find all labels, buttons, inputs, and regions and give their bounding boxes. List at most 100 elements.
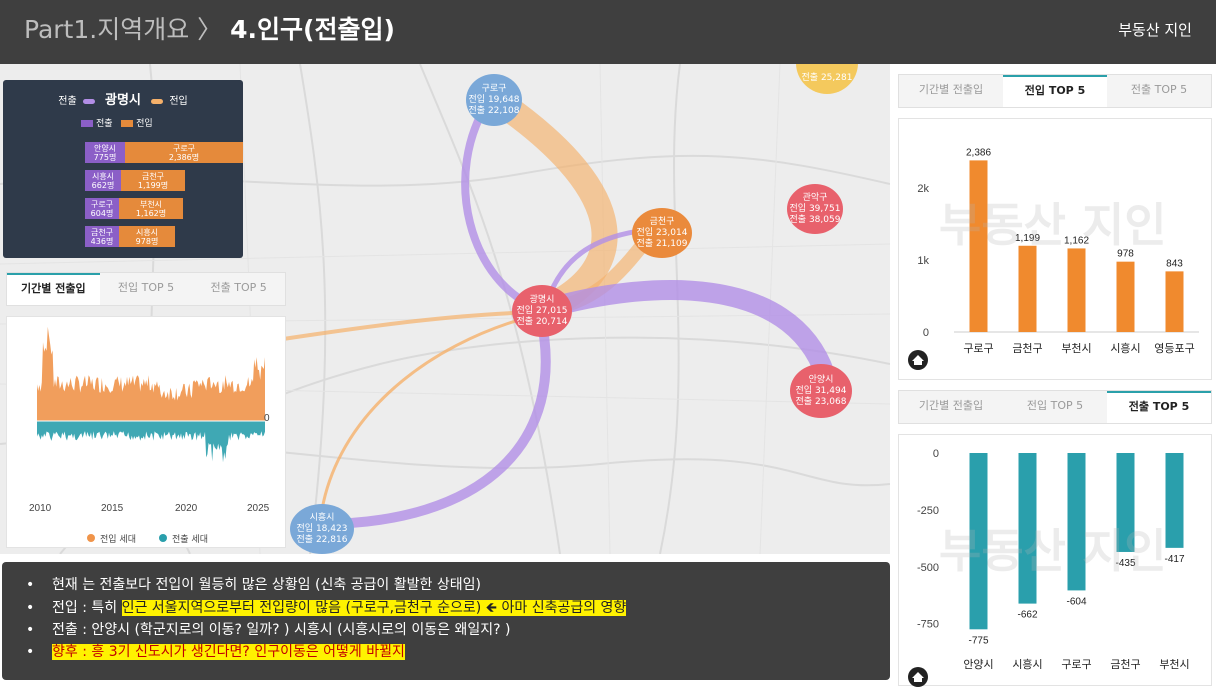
tab-out-top5[interactable]: 전출 TOP 5: [1107, 75, 1211, 107]
bubble-in-value: 전입 39,751: [789, 203, 841, 214]
left-tab-bar: 기간별 전출입 전입 TOP 5 전출 TOP 5: [6, 272, 286, 306]
bubble-out-value: 전출 25,281: [801, 72, 853, 83]
legend-row: 구로구 604명 부천시 1,162명: [85, 198, 183, 219]
category-label: 시흥시: [1012, 657, 1042, 671]
watermark: 부동산 지인: [939, 198, 1167, 252]
bubble-name: 관악구: [802, 192, 828, 203]
y-tick-label: -500: [917, 562, 939, 574]
bubble-in-value: 전입 19,648: [468, 94, 520, 105]
note-highlight: 향후 : 흥 3기 신도시가 생긴다면? 인구이동은 어떻게 바뀔지: [52, 644, 405, 660]
map-bubble-gwangmyeong[interactable]: 광명시 전입 27,015 전출 20,714: [512, 285, 572, 337]
category-label: 시흥시: [1110, 341, 1140, 355]
legend-in-cell: 금천구 1,199명: [121, 170, 185, 191]
bubble-out-value: 전출 23,068: [795, 396, 847, 407]
legend-out-cell: 시흥시 662명: [85, 170, 121, 191]
bar-value-label: -662: [1017, 610, 1037, 621]
bar: [1116, 261, 1135, 332]
tab-period-migration[interactable]: 기간별 전출입: [899, 391, 1003, 423]
y-tick-label: 2k: [917, 183, 929, 195]
legend-in-cell: 부천시 1,162명: [119, 198, 183, 219]
bubble-out-value: 전출 20,714: [516, 316, 568, 327]
home-icon[interactable]: [907, 349, 929, 371]
bubble-in-value: 전입 27,015: [516, 305, 568, 316]
year-tick: 2010: [29, 503, 52, 514]
legend-keys: 전출 전입: [81, 116, 153, 129]
zero-label: 0: [264, 413, 270, 424]
tab-period-migration[interactable]: 기간별 전출입: [7, 273, 100, 305]
tab-out-top5[interactable]: 전출 TOP 5: [192, 273, 285, 305]
year-tick: 2020: [175, 503, 198, 514]
bubble-out-value: 전출 21,109: [636, 238, 688, 249]
legend-in-cell: 구로구 2,386명: [125, 142, 243, 163]
category-label: 구로구: [963, 342, 993, 355]
key-out-swatch: [81, 120, 93, 127]
tab-in-top5[interactable]: 전입 TOP 5: [1003, 391, 1107, 423]
legend-title: 전출 광명시 전입: [3, 89, 243, 108]
legend-out-label: 전출: [58, 96, 77, 107]
map-bubble-guro[interactable]: 구로구 전입 19,648 전출 22,108: [466, 74, 522, 126]
category-label: 금천구: [1110, 657, 1140, 671]
flow-in-siheung: [318, 312, 542, 526]
year-tick: 2025: [247, 503, 270, 514]
bullet: •: [26, 600, 35, 616]
category-label: 부천시: [1159, 657, 1189, 671]
bar-value-label: 843: [1166, 258, 1183, 269]
legend-out-cell: 금천구 436명: [85, 226, 119, 247]
map-bubble-siheung[interactable]: 시흥시 전입 18,423 전출 22,816: [290, 504, 354, 554]
tab-in-top5[interactable]: 전입 TOP 5: [100, 273, 193, 305]
bubble-name: 안양시: [808, 374, 834, 385]
bar-value-label: -604: [1066, 596, 1086, 607]
bubble-out-value: 전출 38,059: [789, 214, 841, 225]
year-tick: 2015: [101, 503, 124, 514]
home-icon[interactable]: [907, 666, 929, 688]
legend-in-swatch: [151, 98, 164, 104]
note-line: • 현재 는 전출보다 전입이 월등히 많은 상황임 (신축 공급이 활발한 상태…: [26, 574, 481, 594]
bubble-in-value: 전입 31,494: [795, 385, 847, 396]
key-in-label: 전입: [136, 119, 153, 129]
y-tick-label: -250: [917, 505, 939, 517]
legend-out-label: 전출 세대: [172, 534, 208, 545]
bubble-out-value: 전출 22,108: [468, 105, 520, 116]
legend-in-label: 전입 세대: [100, 533, 136, 545]
legend-row: 시흥시 662명 금천구 1,199명: [85, 170, 185, 191]
map-bubble-anyang[interactable]: 안양시 전입 31,494 전출 23,068: [790, 364, 852, 418]
flow-legend: 전출 광명시 전입 전출 전입 안양시 775명 구로구 2,386명 시흥시 662…: [3, 80, 243, 258]
note-highlight: 아마 신축공급의 영향: [497, 600, 627, 616]
note-highlight: 인근 서울지역으로부터 전입량이 많음 (구로구,금천구 순으로): [121, 600, 486, 616]
note-text: 전출 : 안양시 (학군지로의 이동? 일까? ) 시흥시 (시흥시로의 이동은…: [52, 622, 511, 638]
note-line: • 전출 : 안양시 (학군지로의 이동? 일까? ) 시흥시 (시흥시로의 이동…: [26, 619, 510, 639]
flow-out-siheung: [315, 309, 551, 529]
bar-value-label: -417: [1164, 554, 1184, 565]
bullet: •: [26, 577, 35, 593]
bubble-out-value: 전출 22,816: [296, 534, 348, 545]
legend-city: 광명시: [105, 93, 141, 108]
category-label: 영등포구: [1154, 342, 1194, 355]
bar: [1018, 245, 1037, 332]
map-bubble-geumcheon[interactable]: 금천구 전입 23,014 전출 21,109: [632, 208, 692, 258]
tab-period-migration[interactable]: 기간별 전출입: [899, 75, 1003, 107]
tab-out-top5[interactable]: 전출 TOP 5: [1107, 391, 1211, 423]
out-top5-panel: 부동산 지인 0 -250 -500 -750 -775 안양시 -662 시흥시 -604 구로…: [898, 434, 1212, 688]
note-line: • 향후 : 흥 3기 신도시가 생긴다면? 인구이동은 어떻게 바뀔지: [26, 641, 405, 661]
section-label: Part1.지역개요: [24, 15, 190, 44]
in-top5-panel: 부동산 지인 0 1k 2k 2,386 구로구 1,199 금천구 1,162 부천시 978 시…: [898, 118, 1212, 380]
page-title: Part1.지역개요 〉 4.인구(전출입): [24, 10, 395, 46]
y-tick-label: 0: [923, 327, 929, 339]
legend-out-cell: 안양시 775명: [85, 142, 125, 163]
tab-in-top5[interactable]: 전입 TOP 5: [1003, 75, 1107, 107]
legend-in-dot: [87, 534, 95, 542]
legend-in-label: 전입: [169, 96, 188, 107]
flow-in-guro: [482, 86, 618, 322]
brand-label: 부동산 지인: [1118, 21, 1192, 39]
right-bottom-tab-bar: 기간별 전출입 전입 TOP 5 전출 TOP 5: [898, 390, 1212, 424]
legend-out-swatch: [82, 98, 95, 104]
y-tick-label: -750: [917, 619, 939, 631]
y-tick-label: 1k: [917, 255, 929, 267]
bullet: •: [26, 622, 35, 638]
bubble-name: 구로구: [481, 83, 507, 94]
notes-box: • 현재 는 전출보다 전입이 월등히 많은 상황임 (신축 공급이 활발한 상태…: [2, 562, 890, 680]
bubble-in-value: 전입 18,423: [296, 523, 348, 534]
map-bubble-gwanak[interactable]: 관악구 전입 39,751 전출 38,059: [787, 184, 843, 234]
bar-value-label: -775: [968, 635, 988, 646]
note-text: 현재 는 전출보다 전입이 월등히 많은 상황임 (신축 공급이 활발한 상태임…: [52, 577, 481, 593]
